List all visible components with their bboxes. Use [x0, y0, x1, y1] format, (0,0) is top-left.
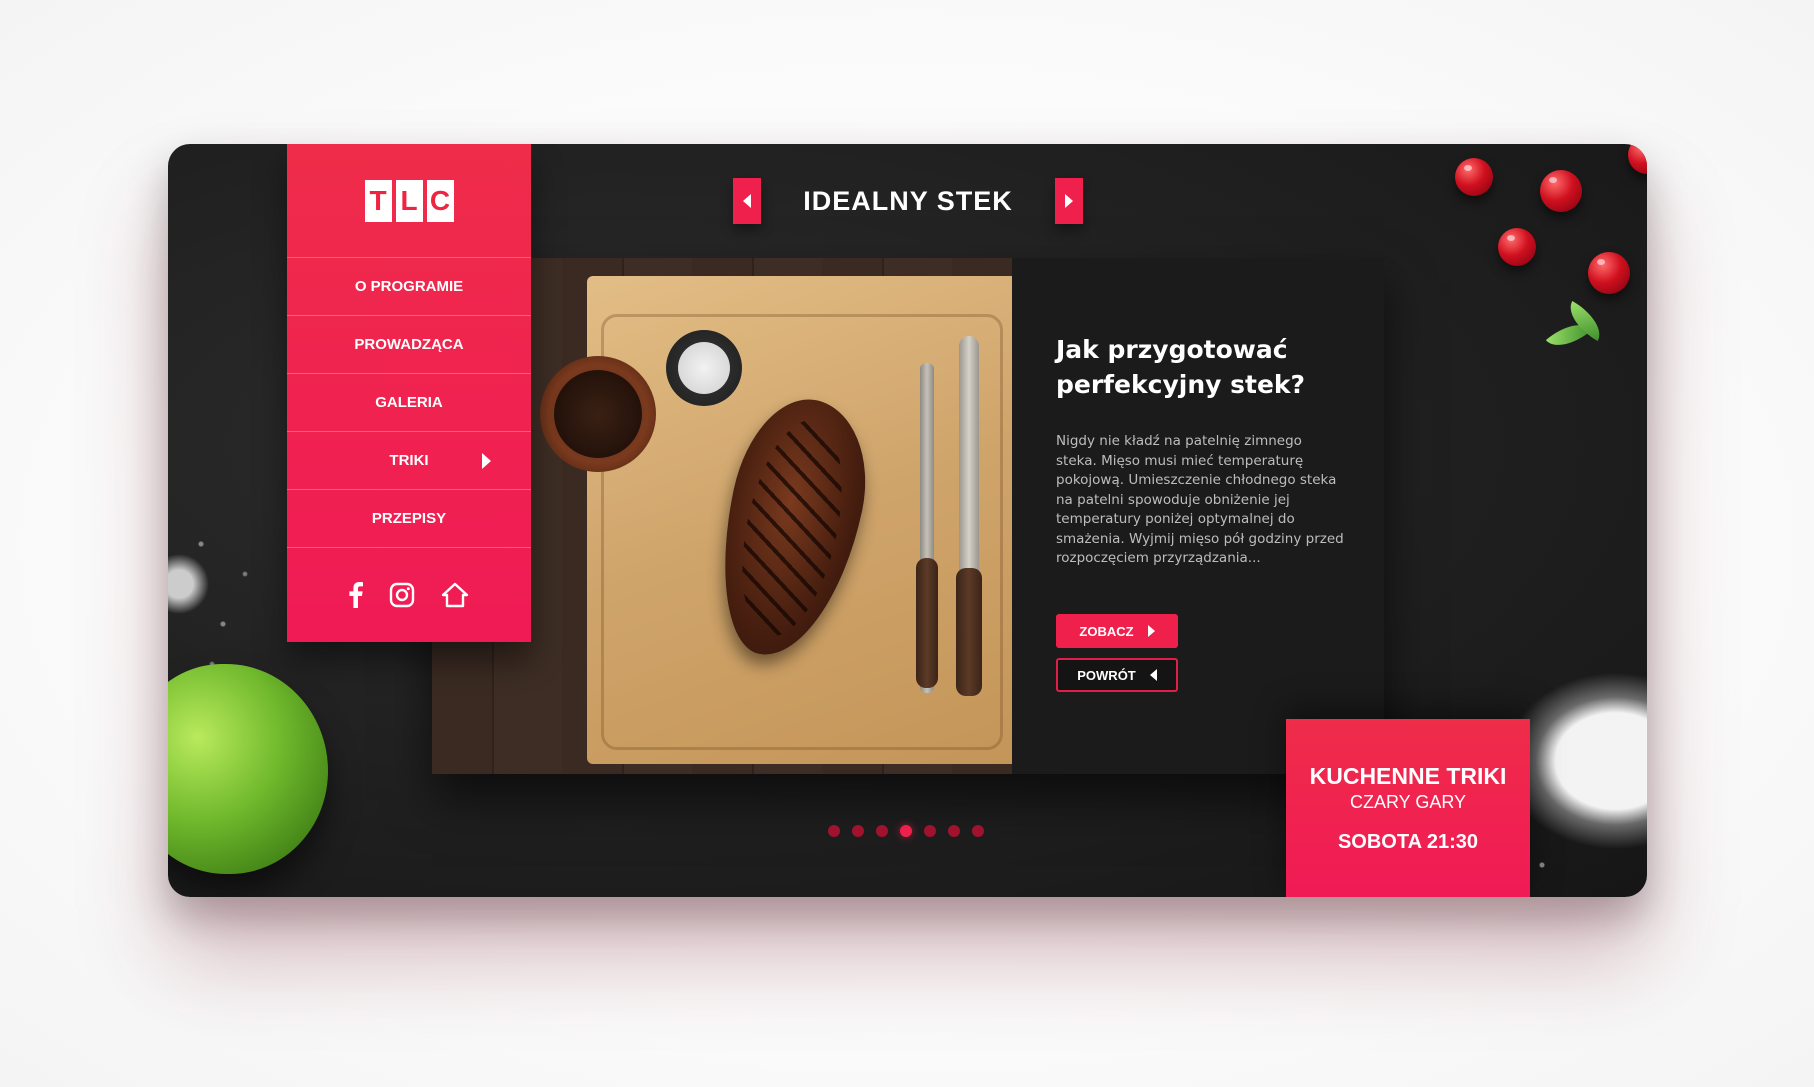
slide-card: Jak przygotować perfekcyjny stek? Nigdy …	[432, 258, 1384, 774]
slider-title: IDEALNY STEK	[803, 185, 1013, 216]
pepper-bowl	[540, 356, 656, 472]
back-button-label: POWRÓT	[1077, 667, 1136, 683]
article-panel: Jak przygotować perfekcyjny stek? Nigdy …	[1012, 258, 1384, 774]
home-icon[interactable]	[441, 582, 469, 608]
article-body: Nigdy nie kładź na patelnię zimnego stek…	[1056, 433, 1344, 566]
pagination-dot[interactable]	[924, 825, 936, 837]
sidebar-item-label: O PROGRAMIE	[354, 278, 464, 295]
chevron-left-icon	[743, 194, 751, 208]
instagram-icon[interactable]	[389, 582, 415, 608]
cherry-tomato-image	[1540, 170, 1582, 212]
knife-handle	[956, 568, 982, 696]
article-heading: Jak przygotować perfekcyjny stek?	[1056, 335, 1306, 399]
logo-letter: T	[364, 179, 392, 222]
pagination-dot[interactable]	[948, 825, 960, 837]
chevron-left-icon	[1149, 669, 1157, 681]
slider-prev-button[interactable]	[733, 178, 761, 224]
promo-box[interactable]: KUCHENNE TRIKI CZARY GARY SOBOTA 21:30	[1286, 719, 1530, 897]
page-background: T L C O PROGRAMIE PROWADZĄCA GALERIA TRI…	[0, 0, 1814, 1087]
promo-schedule: SOBOTA 21:30	[1337, 830, 1479, 853]
slider-header: IDEALNY STEK	[733, 178, 1083, 224]
tlc-logo[interactable]: T L C	[364, 179, 454, 222]
pagination-dot[interactable]	[828, 825, 840, 837]
cherry-tomato-image	[1498, 228, 1536, 266]
sidebar-item-label: GALERIA	[375, 394, 443, 411]
promo-title: KUCHENNE TRIKI	[1309, 762, 1507, 789]
sidebar-menu: T L C O PROGRAMIE PROWADZĄCA GALERIA TRI…	[287, 144, 531, 642]
logo-letter: L	[395, 179, 423, 222]
app-window: T L C O PROGRAMIE PROWADZĄCA GALERIA TRI…	[168, 144, 1647, 897]
sidebar-item-label: TRIKI	[389, 452, 429, 469]
social-links	[287, 548, 531, 641]
chevron-right-icon	[482, 452, 491, 469]
cherry-tomato-image	[1628, 144, 1647, 174]
sidebar-item-prowadzaca[interactable]: PROWADZĄCA	[287, 316, 531, 374]
sidebar-item-galeria[interactable]: GALERIA	[287, 374, 531, 432]
cherry-tomato-image	[1588, 252, 1630, 294]
see-button-label: ZOBACZ	[1079, 623, 1134, 639]
salt-bowl	[666, 330, 742, 406]
green-apple-image	[168, 664, 328, 874]
pagination-dot[interactable]	[876, 825, 888, 837]
chevron-right-icon	[1065, 194, 1073, 208]
pagination-dot[interactable]	[972, 825, 984, 837]
sidebar-item-label: PROWADZĄCA	[354, 336, 464, 353]
logo-area: T L C	[287, 144, 531, 258]
slider-pagination	[828, 825, 984, 837]
sidebar-item-o-programie[interactable]: O PROGRAMIE	[287, 258, 531, 316]
pagination-dot[interactable]	[852, 825, 864, 837]
pagination-dot[interactable]	[900, 825, 912, 837]
sidebar-item-przepisy[interactable]: PRZEPISY	[287, 490, 531, 548]
promo-subtitle: CZARY GARY	[1349, 791, 1467, 812]
see-button[interactable]: ZOBACZ	[1056, 614, 1178, 648]
cherry-tomato-image	[1455, 158, 1493, 196]
chevron-right-icon	[1147, 625, 1155, 637]
slider-next-button[interactable]	[1055, 178, 1083, 224]
fork-handle	[916, 558, 938, 688]
sidebar-item-triki[interactable]: TRIKI	[287, 432, 531, 490]
logo-letter: C	[426, 179, 454, 222]
sidebar-item-label: PRZEPISY	[371, 510, 447, 527]
back-button[interactable]: POWRÓT	[1056, 658, 1178, 692]
facebook-icon[interactable]	[349, 581, 363, 608]
